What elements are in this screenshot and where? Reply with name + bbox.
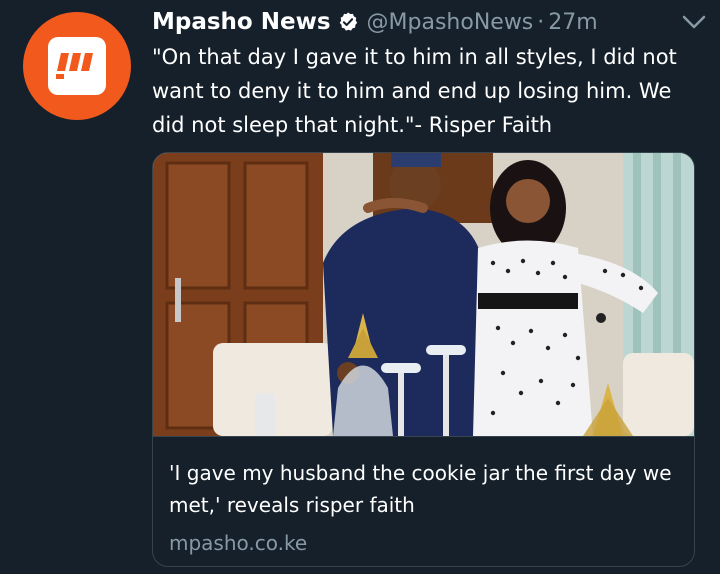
card-image[interactable]	[153, 153, 694, 436]
mpasho-logo	[48, 37, 106, 95]
author-handle[interactable]: @MpashoNews	[367, 10, 534, 35]
card-title[interactable]: 'I gave my husband the cookie jar the fi…	[169, 457, 678, 521]
separator-dot: ·	[537, 9, 545, 35]
link-card[interactable]: 'I gave my husband the cookie jar the fi…	[152, 152, 695, 567]
chevron-down-icon[interactable]	[680, 8, 708, 36]
tweet[interactable]: Mpasho News @MpashoNews · 27m "On that d…	[0, 0, 720, 574]
tweet-text: "On that day I gave it to him in all sty…	[152, 45, 677, 137]
card-text[interactable]: 'I gave my husband the cookie jar the fi…	[153, 436, 694, 555]
tweet-timestamp[interactable]: 27m	[548, 10, 597, 35]
card-domain[interactable]: mpasho.co.ke	[169, 531, 678, 555]
verified-badge-icon	[337, 11, 359, 33]
avatar[interactable]	[23, 12, 131, 120]
mpasho-logo-mark	[56, 53, 93, 79]
author-name[interactable]: Mpasho News	[152, 9, 331, 35]
tweet-header: Mpasho News @MpashoNews · 27m	[152, 4, 700, 40]
